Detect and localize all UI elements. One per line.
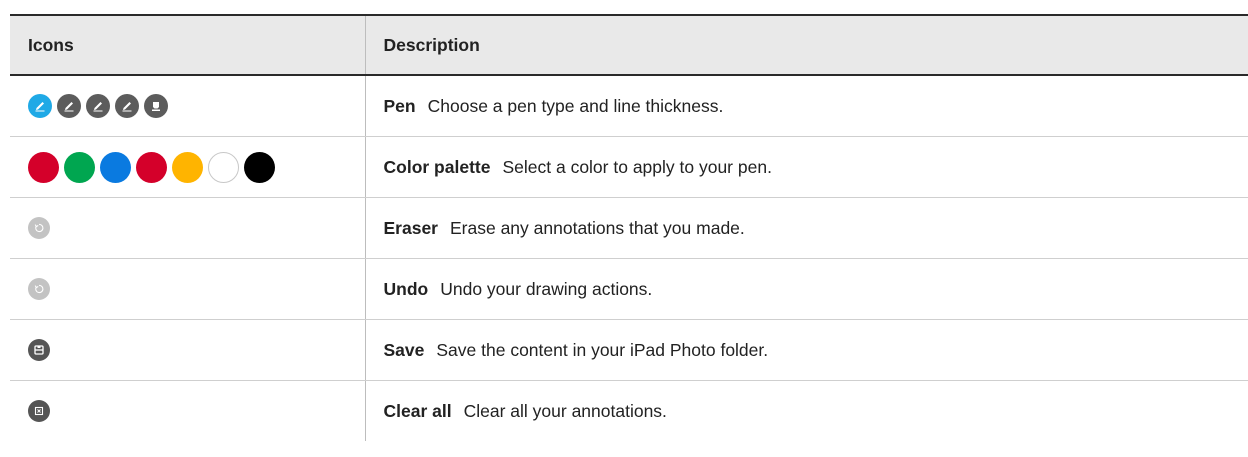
description-cell: Color palette Select a color to apply to … (364, 136, 1248, 198)
description-cell: Undo Undo your drawing actions. (364, 258, 1248, 320)
table-row: Save Save the content in your iPad Photo … (10, 319, 1248, 381)
highlighter-icon (144, 94, 168, 118)
term-label: Clear all (383, 400, 452, 421)
icon-cell (10, 136, 365, 198)
description-cell: Save Save the content in your iPad Photo … (364, 319, 1248, 381)
description-cell: Clear all Clear all your annotations. (364, 380, 1248, 441)
pen-icons (28, 94, 365, 118)
term-label: Eraser (383, 217, 439, 238)
description-cell: Pen Choose a pen type and line thickness. (364, 75, 1248, 137)
save-icon (28, 339, 50, 361)
color-swatch-icon (28, 151, 59, 183)
description-cell: Eraser Erase any annotations that you mad… (364, 197, 1248, 259)
pen-icon (86, 94, 110, 118)
color-swatch-icon (244, 151, 275, 183)
color-swatch-icon (208, 151, 239, 183)
icon-cell (10, 197, 365, 259)
table-header-row: Icons Description (10, 14, 1248, 76)
table-row: Eraser Erase any annotations that you mad… (10, 197, 1248, 259)
icon-cell (10, 75, 365, 137)
color-palette-icons (28, 151, 365, 183)
table-row: Color palette Select a color to apply to … (10, 136, 1248, 198)
pen-icon (115, 94, 139, 118)
icons-description-table: Icons Description Pen Choose a pen type a… (10, 14, 1248, 441)
description-text: Erase any annotations that you made. (450, 217, 745, 238)
pen-icon (57, 94, 81, 118)
description-text: Clear all your annotations. (463, 400, 667, 421)
color-swatch-icon (64, 151, 95, 183)
description-text: Save the content in your iPad Photo fold… (436, 339, 769, 360)
header-description: Description (364, 14, 1248, 76)
term-label: Save (383, 339, 425, 360)
description-text: Undo your drawing actions. (440, 278, 653, 299)
undo-icon (28, 278, 50, 300)
term-label: Color palette (383, 156, 491, 177)
term-label: Undo (383, 278, 429, 299)
color-swatch-icon (172, 151, 203, 183)
icon-cell (10, 258, 365, 320)
clear-all-icon (28, 400, 50, 422)
table-row: Undo Undo your drawing actions. (10, 258, 1248, 320)
header-icons: Icons (10, 14, 365, 76)
pen-icon (28, 94, 52, 118)
color-swatch-icon (136, 151, 167, 183)
icon-cell (10, 381, 365, 442)
description-text: Select a color to apply to your pen. (502, 156, 772, 177)
term-label: Pen (383, 95, 416, 116)
description-text: Choose a pen type and line thickness. (427, 95, 724, 116)
icon-cell (10, 319, 365, 381)
table-row: Pen Choose a pen type and line thickness. (10, 75, 1248, 137)
color-swatch-icon (100, 151, 131, 183)
table-row: Clear all Clear all your annotations. (10, 380, 1248, 442)
eraser-icon (28, 217, 50, 239)
